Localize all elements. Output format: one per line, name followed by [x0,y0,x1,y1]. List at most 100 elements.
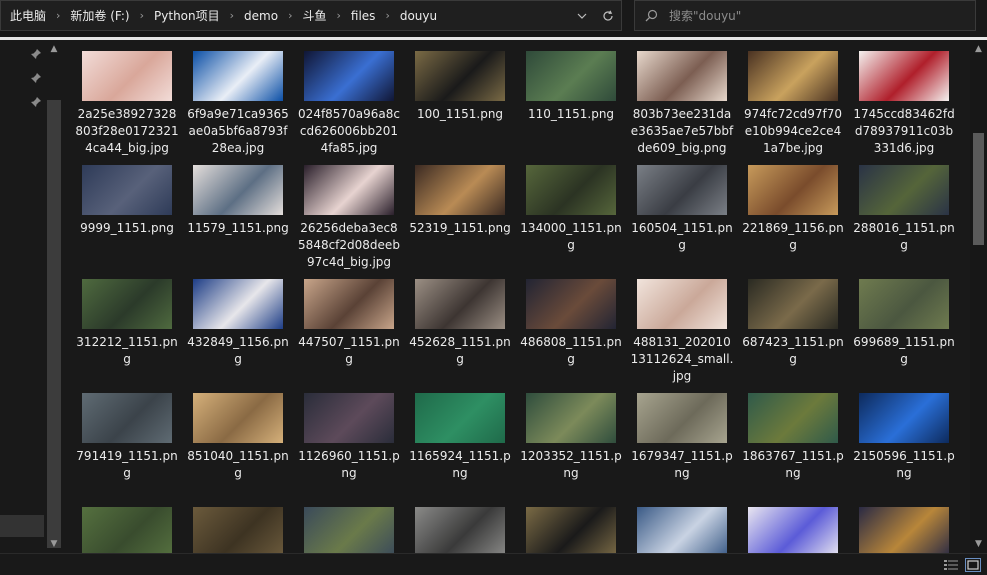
file-item[interactable]: 26256deba3ec85848cf2d08deeb97c4d_big.jpg [295,165,403,271]
large-icons-view-button[interactable] [965,558,981,572]
file-item[interactable]: 110_1151.png [517,51,625,123]
file-item[interactable] [295,507,403,553]
file-name: 1745ccd83462fdd78937911c03b331d6.jpg [853,107,955,155]
file-item[interactable]: 52319_1151.png [406,165,514,237]
file-item[interactable]: 160504_1151.png [628,165,736,254]
file-name: 100_1151.png [416,107,504,121]
file-name: 1126960_1151.png [298,449,400,480]
file-item[interactable] [517,507,625,553]
pin-icon[interactable] [30,48,44,62]
chevron-right-icon[interactable]: › [283,9,297,22]
navigation-pane-scrollbar[interactable] [46,40,62,548]
file-item[interactable] [628,507,736,553]
chevron-right-icon[interactable]: › [225,9,239,22]
file-thumbnail [526,51,616,101]
details-view-icon [944,560,958,570]
file-thumbnail [748,279,838,329]
file-item[interactable] [73,507,181,553]
address-bar[interactable]: 此电脑 › 新加卷 (F:) › Python项目 › demo › 斗鱼 › … [0,0,622,31]
file-item[interactable] [739,507,847,553]
file-item[interactable]: 851040_1151.png [184,393,292,482]
file-thumbnail [82,279,172,329]
file-item[interactable]: 6f9a9e71ca9365ae0a5bf6a8793f28ea.jpg [184,51,292,157]
file-item[interactable]: 134000_1151.png [517,165,625,254]
search-input[interactable] [667,7,951,24]
history-dropdown-button[interactable] [569,1,595,30]
breadcrumb-demo[interactable]: demo [239,9,283,23]
file-thumbnail [637,279,727,329]
file-item[interactable]: 447507_1151.png [295,279,403,368]
scroll-down-arrow-icon[interactable]: ▼ [970,537,987,551]
navigation-item-selected[interactable] [0,515,44,537]
breadcrumb-douyu[interactable]: douyu [395,9,442,23]
file-item[interactable]: 488131_20201013112624_small.jpg [628,279,736,385]
file-item[interactable]: 1126960_1151.png [295,393,403,482]
file-item[interactable] [406,507,514,553]
file-item[interactable]: 974fc72cd97f70e10b994ce2ce41a7be.jpg [739,51,847,157]
file-item[interactable]: 100_1151.png [406,51,514,123]
file-item[interactable]: 221869_1156.png [739,165,847,254]
file-item[interactable]: 1203352_1151.png [517,393,625,482]
file-item[interactable]: 024f8570a96a8ccd626006bb2014fa85.jpg [295,51,403,157]
chevron-right-icon[interactable]: › [380,9,394,22]
file-item[interactable]: 9999_1151.png [73,165,181,237]
file-list: 2a25e38927328803f28e01723214ca44_big.jpg… [62,40,970,553]
file-thumbnail [193,279,283,329]
file-item[interactable]: 791419_1151.png [73,393,181,482]
file-thumbnail [637,507,727,553]
scrollbar-thumb[interactable] [47,100,61,548]
chevron-right-icon[interactable]: › [135,9,149,22]
file-name: 1679347_1151.png [631,449,733,480]
file-item[interactable]: 11579_1151.png [184,165,292,237]
file-name: 974fc72cd97f70e10b994ce2ce41a7be.jpg [744,107,842,155]
file-item[interactable]: 1745ccd83462fdd78937911c03b331d6.jpg [850,51,958,157]
file-name: 9999_1151.png [80,221,174,235]
breadcrumb-drive-f[interactable]: 新加卷 (F:) [65,7,134,24]
file-item[interactable] [850,507,958,553]
file-name: 1863767_1151.png [742,449,844,480]
scroll-up-arrow-icon[interactable]: ▲ [48,44,60,54]
file-thumbnail [304,507,394,553]
file-item[interactable]: 803b73ee231dae3635ae7e57bbfde609_big.png [628,51,736,157]
file-thumbnail [82,507,172,553]
file-item[interactable] [184,507,292,553]
file-item[interactable]: 486808_1151.png [517,279,625,368]
file-item[interactable]: 687423_1151.png [739,279,847,368]
file-name: 447507_1151.png [298,335,400,366]
file-name: 851040_1151.png [187,449,289,480]
scrollbar-thumb[interactable] [973,133,984,245]
breadcrumb-douyu-cn[interactable]: 斗鱼 [297,7,331,24]
file-item[interactable]: 312212_1151.png [73,279,181,368]
pin-icon[interactable] [30,96,44,110]
breadcrumb-this-pc[interactable]: 此电脑 [5,7,51,24]
file-item[interactable]: 452628_1151.png [406,279,514,368]
pin-icon[interactable] [30,72,44,86]
file-item[interactable]: 2150596_1151.png [850,393,958,482]
file-name: 2a25e38927328803f28e01723214ca44_big.jpg [75,107,179,155]
content-scrollbar[interactable]: ▲ ▼ [970,40,987,553]
file-thumbnail [415,507,505,553]
file-thumbnail [859,507,949,553]
details-view-button[interactable] [943,558,959,572]
file-thumbnail [859,279,949,329]
file-thumbnail [193,507,283,553]
chevron-right-icon[interactable]: › [332,9,346,22]
file-item[interactable]: 2a25e38927328803f28e01723214ca44_big.jpg [73,51,181,157]
chevron-right-icon[interactable]: › [51,9,65,22]
scroll-down-arrow-icon[interactable]: ▼ [48,539,60,549]
status-bar [0,553,987,575]
file-item[interactable]: 699689_1151.png [850,279,958,368]
file-thumbnail [748,51,838,101]
breadcrumb-python-projects[interactable]: Python项目 [149,7,225,24]
file-item[interactable]: 1165924_1151.png [406,393,514,482]
file-name: 11579_1151.png [187,221,289,235]
search-box[interactable] [634,0,976,31]
breadcrumb-files[interactable]: files [346,9,381,23]
file-item[interactable]: 1863767_1151.png [739,393,847,482]
file-name: 134000_1151.png [520,221,622,252]
refresh-button[interactable] [595,1,621,30]
scroll-up-arrow-icon[interactable]: ▲ [970,42,987,56]
file-item[interactable]: 1679347_1151.png [628,393,736,482]
file-item[interactable]: 288016_1151.png [850,165,958,254]
file-item[interactable]: 432849_1156.png [184,279,292,368]
